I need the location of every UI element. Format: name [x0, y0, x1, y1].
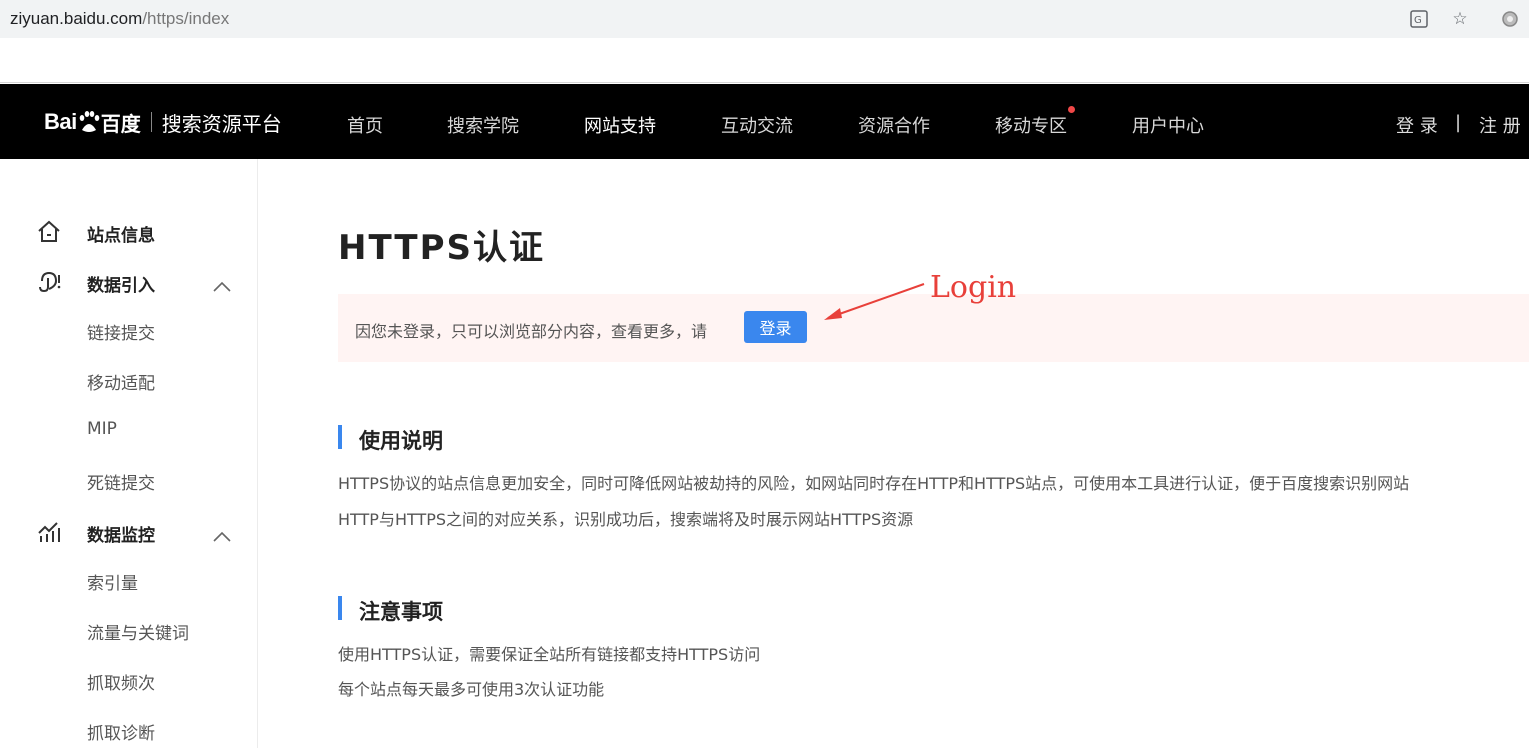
star-icon[interactable]: ☆ — [1450, 9, 1470, 29]
register-link[interactable]: 注 册 — [1479, 112, 1521, 138]
sidebar-item-site-info[interactable]: 站点信息 — [0, 217, 258, 247]
sidebar-item-link-submit[interactable]: 链接提交 — [87, 319, 155, 344]
url-host: ziyuan.baidu.com — [10, 9, 143, 28]
auth-divider: | — [1455, 112, 1462, 133]
browser-content-gap — [0, 38, 1529, 83]
logo-cn-text: 百度 — [100, 111, 141, 136]
notes-title: 注意事项 — [359, 600, 443, 624]
sidebar-item-mobile-adapt[interactable]: 移动适配 — [87, 369, 155, 394]
sidebar-group-data-import[interactable]: 数据引入 — [0, 267, 258, 297]
heading-accent-bar — [338, 425, 342, 449]
translate-icon[interactable]: G — [1409, 9, 1429, 29]
notification-dot — [1068, 106, 1075, 113]
sidebar-item-dead-link-submit[interactable]: 死链提交 — [87, 469, 155, 494]
platform-name: 搜索资源平台 — [161, 111, 282, 136]
notes-line-2: 每个站点每天最多可使用3次认证功能 — [338, 680, 605, 699]
nav-interaction[interactable]: 互动交流 — [721, 112, 793, 138]
usage-title: 使用说明 — [359, 429, 443, 453]
home-icon — [36, 219, 62, 245]
sidebar: 站点信息 数据引入 链接提交 移动适配 MIP 死链提交 数据监控 索引量 流量… — [0, 159, 258, 748]
paw-icon — [78, 110, 100, 134]
nav-mobile-zone[interactable]: 移动专区 — [995, 112, 1067, 138]
page-title: HTTPS认证 — [338, 228, 546, 268]
browser-address-bar[interactable]: ziyuan.baidu.com/https/index G ☆ — [0, 0, 1529, 38]
sidebar-label-site-info: 站点信息 — [87, 226, 155, 246]
nav-home[interactable]: 首页 — [347, 112, 383, 138]
sidebar-item-crawl-frequency[interactable]: 抓取频次 — [87, 669, 155, 694]
sidebar-group-data-monitor[interactable]: 数据监控 — [0, 517, 258, 547]
login-button[interactable]: 登录 — [744, 311, 807, 343]
annotation-arrow — [824, 283, 925, 320]
nav-search-academy[interactable]: 搜索学院 — [447, 112, 519, 138]
url-path: /https/index — [142, 9, 230, 28]
notice-text: 因您未登录，只可以浏览部分内容，查看更多，请 — [355, 322, 708, 341]
sidebar-label-data-import: 数据引入 — [87, 276, 155, 296]
notes-line-1: 使用HTTPS认证，需要保证全站所有链接都支持HTTPS访问 — [338, 645, 761, 664]
data-import-icon — [36, 269, 62, 295]
login-link[interactable]: 登 录 — [1396, 112, 1438, 138]
top-navigation: Bai 百度 搜索资源平台 首页 搜索学院 网站支持 互动交流 资源合作 移动专… — [0, 84, 1529, 159]
nav-user-center[interactable]: 用户中心 — [1132, 112, 1204, 138]
sidebar-item-crawl-diagnosis[interactable]: 抓取诊断 — [87, 719, 155, 744]
nav-resource-cooperation[interactable]: 资源合作 — [858, 112, 930, 138]
svg-text:G: G — [1414, 15, 1422, 26]
extension-icon[interactable] — [1500, 9, 1520, 29]
sidebar-item-mip[interactable]: MIP — [87, 419, 117, 439]
sidebar-label-data-monitor: 数据监控 — [87, 526, 155, 546]
chevron-up-icon[interactable] — [213, 277, 231, 292]
baidu-logo[interactable]: Bai 百度 搜索资源平台 — [44, 102, 282, 142]
nav-site-support[interactable]: 网站支持 — [584, 112, 656, 138]
usage-line-2: HTTP与HTTPS之间的对应关系，识别成功后，搜索端将及时展示网站HTTPS资… — [338, 510, 914, 529]
usage-line-1: HTTPS协议的站点信息更加安全，同时可降低网站被劫持的风险，如网站同时存在HT… — [338, 474, 1410, 493]
sidebar-item-traffic-keywords[interactable]: 流量与关键词 — [87, 619, 189, 644]
sidebar-item-index-volume[interactable]: 索引量 — [87, 569, 138, 594]
heading-accent-bar — [338, 596, 342, 620]
logo-divider — [150, 112, 152, 132]
url-text[interactable]: ziyuan.baidu.com/https/index — [10, 9, 229, 29]
logo-bai-text: Bai — [44, 109, 77, 134]
chart-icon — [36, 519, 62, 545]
login-annotation: Login — [930, 270, 1017, 305]
chevron-up-icon[interactable] — [213, 527, 231, 542]
